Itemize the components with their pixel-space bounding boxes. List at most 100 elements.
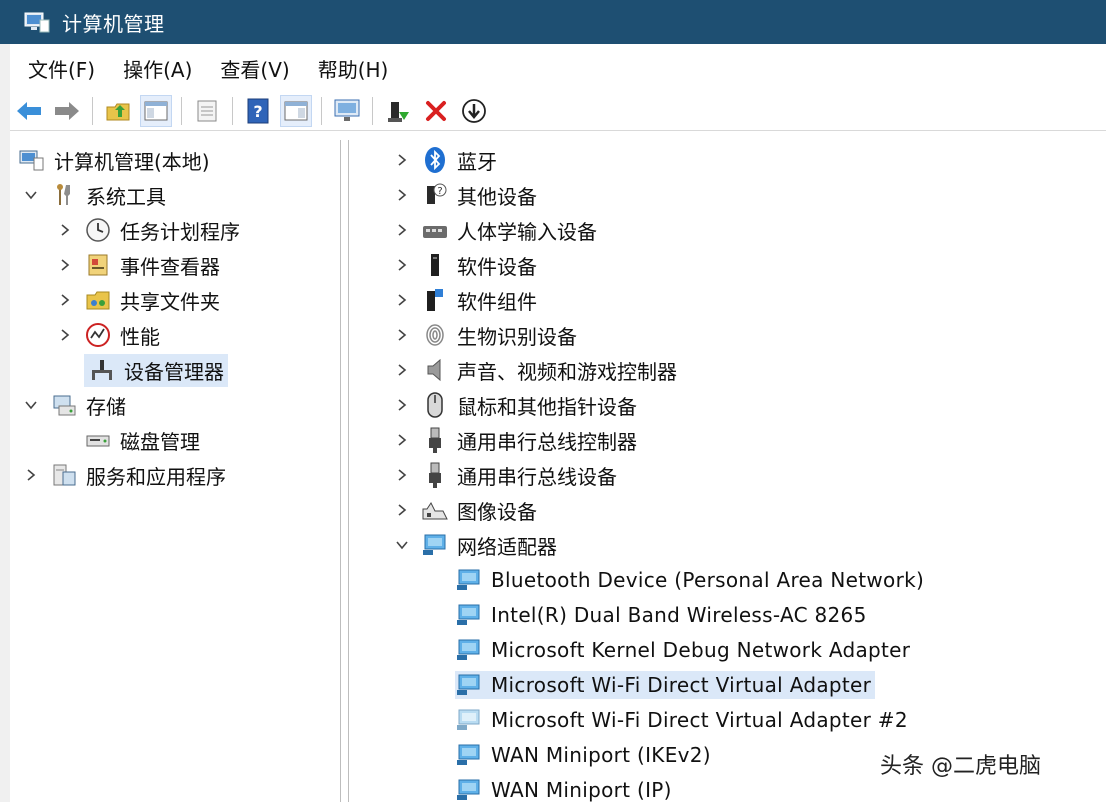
chevron-right-icon[interactable] xyxy=(395,503,409,517)
device-category-label: 软件设备 xyxy=(457,254,537,279)
chevron-right-icon[interactable] xyxy=(395,223,409,237)
tree-item-root[interactable]: 计算机管理(本地) xyxy=(18,143,210,177)
download-icon[interactable] xyxy=(459,96,489,126)
mouse-icon xyxy=(421,391,449,419)
chevron-right-icon[interactable] xyxy=(58,328,72,342)
chevron-right-icon[interactable] xyxy=(395,468,409,482)
chevron-right-icon[interactable] xyxy=(395,328,409,342)
help-icon[interactable]: ? xyxy=(243,96,273,126)
up-folder-icon[interactable] xyxy=(103,96,133,126)
toolbar: ? xyxy=(10,92,1106,131)
tree-item-services[interactable]: 服务和应用程序 xyxy=(24,458,226,492)
chevron-down-icon[interactable] xyxy=(24,398,38,412)
chevron-down-icon[interactable] xyxy=(395,538,409,552)
menu-action[interactable]: 操作(A) xyxy=(123,54,192,83)
selection-highlight: 设备管理器 xyxy=(84,353,228,387)
network-adapter-item[interactable]: Microsoft Kernel Debug Network Adapter xyxy=(455,633,910,667)
chevron-right-icon[interactable] xyxy=(395,153,409,167)
show-hide-action-pane-icon[interactable] xyxy=(280,95,312,127)
network-adapter-icon xyxy=(455,671,483,699)
device-category-bluetooth[interactable]: 蓝牙 xyxy=(395,143,497,177)
device-category-biometric[interactable]: 生物识别设备 xyxy=(395,318,577,352)
window-edge xyxy=(0,44,10,802)
chevron-right-icon[interactable] xyxy=(58,258,72,272)
device-category-usb-devices[interactable]: 通用串行总线设备 xyxy=(395,458,617,492)
toolbar-separator xyxy=(372,97,373,125)
watermark: 头条 @二虎电脑 xyxy=(880,754,1041,779)
chevron-right-icon[interactable] xyxy=(395,433,409,447)
device-category-network-adapters[interactable]: 网络适配器 xyxy=(395,528,557,562)
network-adapter-item[interactable]: Bluetooth Device (Personal Area Network) xyxy=(455,563,924,597)
monitor-icon[interactable] xyxy=(332,96,362,126)
device-category-label: 鼠标和其他指针设备 xyxy=(457,394,637,419)
tree-item-task-scheduler[interactable]: 任务计划程序 xyxy=(58,213,240,247)
fingerprint-icon xyxy=(421,321,449,349)
tree-item-shared-folders[interactable]: 共享文件夹 xyxy=(58,283,220,317)
network-adapter-item[interactable]: WAN Miniport (IKEv2) xyxy=(455,738,711,772)
chevron-right-icon[interactable] xyxy=(395,293,409,307)
chevron-right-icon[interactable] xyxy=(395,258,409,272)
network-adapter-icon xyxy=(455,566,483,594)
performance-icon xyxy=(84,321,112,349)
tools-icon xyxy=(50,181,78,209)
chevron-down-icon[interactable] xyxy=(24,188,38,202)
camera-icon xyxy=(421,496,449,524)
svg-text:?: ? xyxy=(253,102,262,121)
device-category-sound[interactable]: 声音、视频和游戏控制器 xyxy=(395,353,677,387)
device-category-imaging[interactable]: 图像设备 xyxy=(395,493,537,527)
network-adapter-item[interactable]: Microsoft Wi-Fi Direct Virtual Adapter #… xyxy=(455,703,908,737)
device-category-software-components[interactable]: 软件组件 xyxy=(395,283,537,317)
toolbar-separator xyxy=(321,97,322,125)
network-adapter-item-selected[interactable]: Microsoft Wi-Fi Direct Virtual Adapter xyxy=(455,668,876,702)
device-category-other[interactable]: ? 其他设备 xyxy=(395,178,537,212)
adapter-label: WAN Miniport (IKEv2) xyxy=(491,743,711,767)
unknown-device-icon: ? xyxy=(421,181,449,209)
tree-label: 共享文件夹 xyxy=(120,289,220,314)
device-category-usb-controllers[interactable]: 通用串行总线控制器 xyxy=(395,423,637,457)
chevron-right-icon[interactable] xyxy=(395,188,409,202)
device-category-mouse[interactable]: 鼠标和其他指针设备 xyxy=(395,388,637,422)
network-adapter-icon xyxy=(421,531,449,559)
keyboard-icon xyxy=(421,216,449,244)
uninstall-icon[interactable] xyxy=(421,96,451,126)
shared-folder-icon xyxy=(84,286,112,314)
chevron-right-icon[interactable] xyxy=(24,468,38,482)
tree-label: 计算机管理(本地) xyxy=(54,149,210,174)
device-category-label: 人体学输入设备 xyxy=(457,219,597,244)
device-category-label: 其他设备 xyxy=(457,184,537,209)
tree-item-disk-management[interactable]: 磁盘管理 xyxy=(84,423,200,457)
chevron-right-icon[interactable] xyxy=(395,398,409,412)
update-driver-icon[interactable] xyxy=(383,96,413,126)
tree-item-event-viewer[interactable]: 事件查看器 xyxy=(58,248,220,282)
storage-icon xyxy=(50,391,78,419)
menu-view[interactable]: 查看(V) xyxy=(220,54,289,83)
properties-icon[interactable] xyxy=(192,96,222,126)
adapter-label: Bluetooth Device (Personal Area Network) xyxy=(491,568,925,592)
device-category-label: 蓝牙 xyxy=(457,149,497,174)
back-arrow-icon[interactable] xyxy=(14,96,44,126)
chevron-right-icon[interactable] xyxy=(58,223,72,237)
menu-file[interactable]: 文件(F) xyxy=(28,54,95,83)
device-category-label: 声音、视频和游戏控制器 xyxy=(457,359,677,384)
disk-icon xyxy=(84,426,112,454)
tree-label: 系统工具 xyxy=(86,184,166,209)
network-adapter-item[interactable]: Intel(R) Dual Band Wireless-AC 8265 xyxy=(455,598,867,632)
tree-item-system-tools[interactable]: 系统工具 xyxy=(24,178,166,212)
tree-item-storage[interactable]: 存储 xyxy=(24,388,126,422)
tree-label: 服务和应用程序 xyxy=(86,464,226,489)
tree-item-performance[interactable]: 性能 xyxy=(58,318,160,352)
menu-bar: 文件(F) 操作(A) 查看(V) 帮助(H) xyxy=(10,44,1106,92)
tree-item-device-manager[interactable]: 设备管理器 xyxy=(84,353,228,387)
software-component-icon xyxy=(421,286,449,314)
chevron-right-icon[interactable] xyxy=(395,363,409,377)
forward-arrow-icon[interactable] xyxy=(52,96,82,126)
device-category-label: 通用串行总线控制器 xyxy=(457,429,637,454)
device-category-label: 生物识别设备 xyxy=(457,324,577,349)
adapter-label: Microsoft Wi-Fi Direct Virtual Adapter #… xyxy=(491,708,908,732)
show-hide-console-tree-icon[interactable] xyxy=(140,95,172,127)
menu-help[interactable]: 帮助(H) xyxy=(318,54,389,83)
chevron-right-icon[interactable] xyxy=(58,293,72,307)
device-category-hid[interactable]: 人体学输入设备 xyxy=(395,213,597,247)
device-category-software-devices[interactable]: 软件设备 xyxy=(395,248,537,282)
toolbar-separator xyxy=(181,97,182,125)
